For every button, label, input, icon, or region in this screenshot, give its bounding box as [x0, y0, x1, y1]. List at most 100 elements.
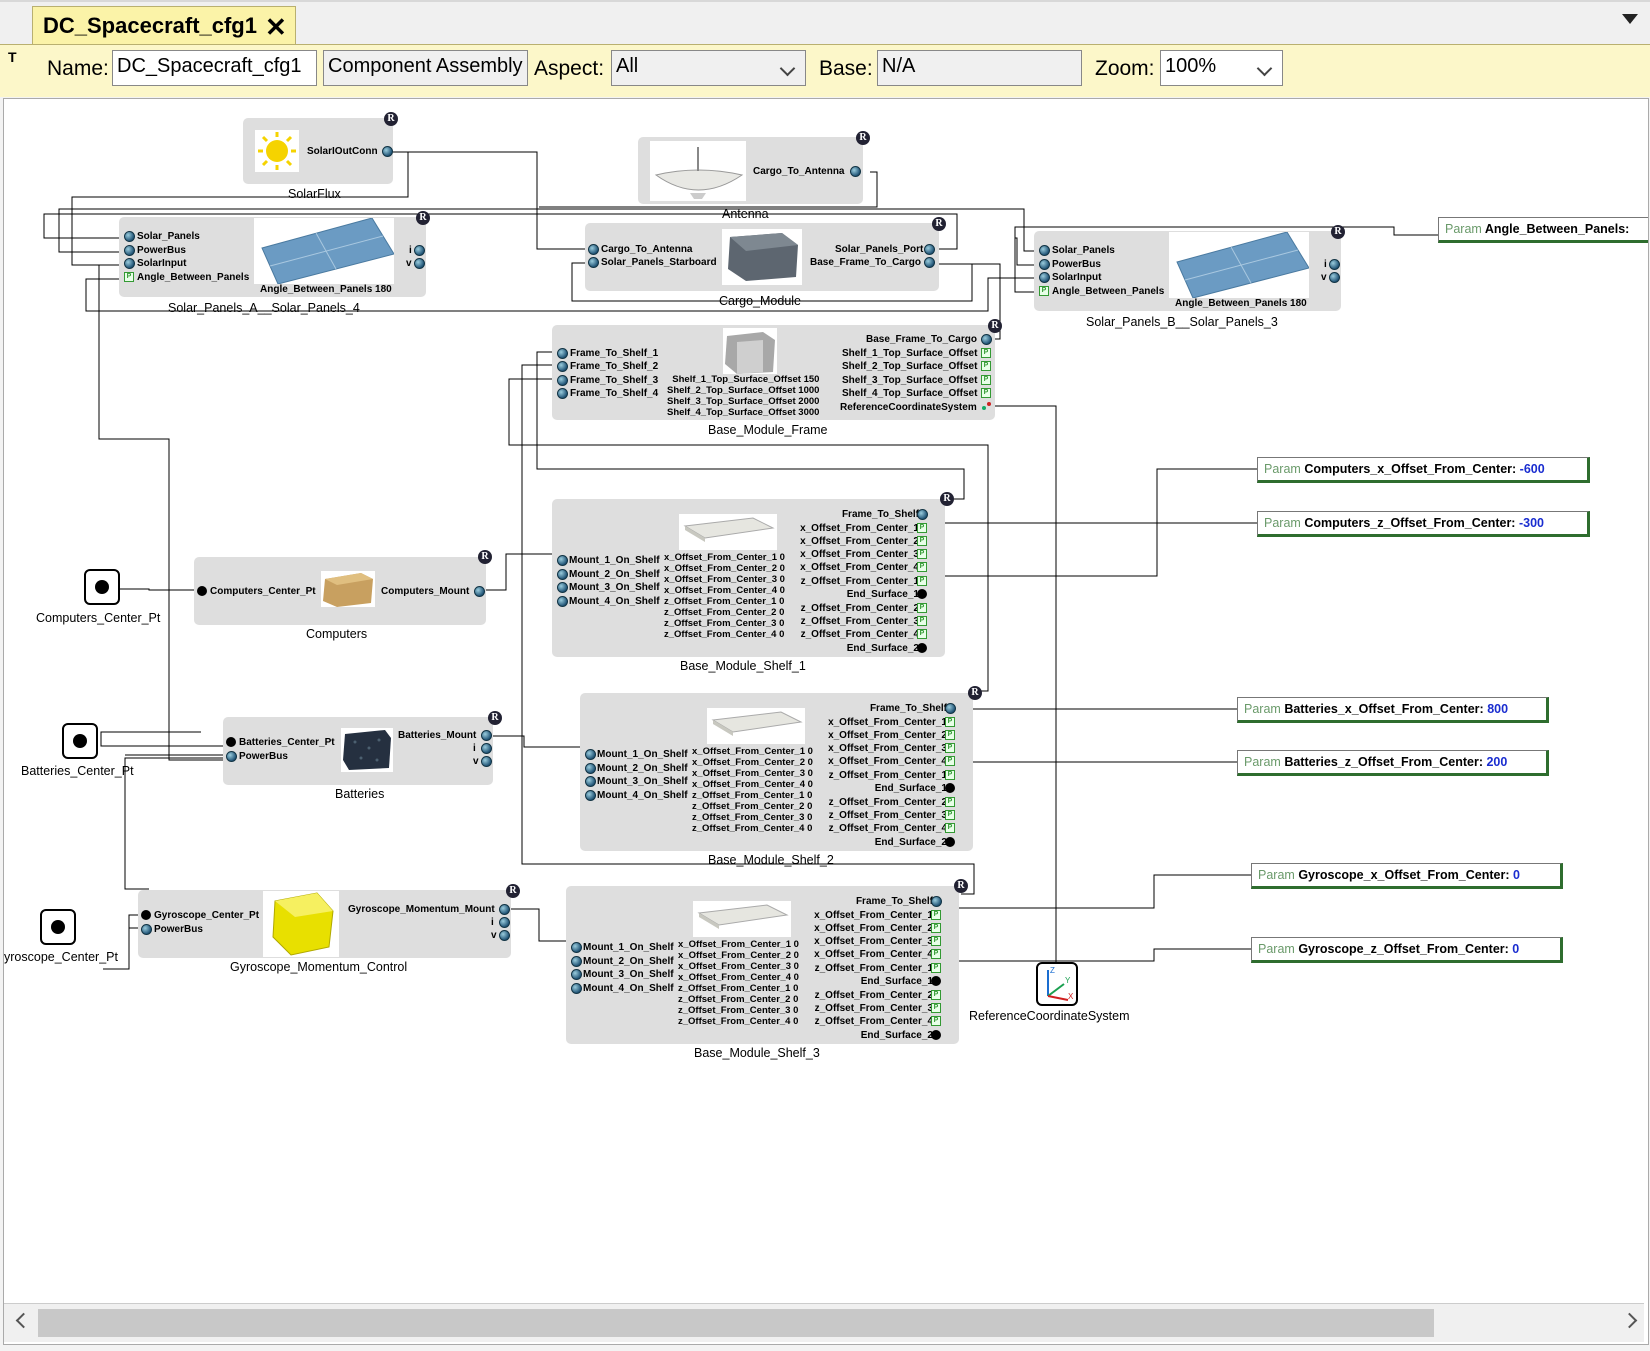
base-module-shelf-3-block[interactable]: Mount_1_On_Shelf Mount_2_On_Shelf Mount_3_… — [566, 886, 959, 1044]
port-icon[interactable] — [557, 361, 568, 372]
base-module-frame-block[interactable]: Frame_To_Shelf_1 Frame_To_Shelf_2 Frame_… — [552, 325, 995, 420]
param-port-icon[interactable]: P — [931, 1003, 941, 1013]
surface-port-icon[interactable] — [945, 837, 955, 847]
param-port-icon[interactable]: P — [917, 562, 927, 572]
scroll-left-icon[interactable] — [15, 1312, 32, 1329]
param-port-icon[interactable]: P — [124, 272, 134, 282]
point-port-icon[interactable] — [197, 586, 207, 596]
cargo-module-block[interactable]: Cargo_To_Antenna Solar_Panels_Starboard … — [585, 223, 939, 291]
port-icon[interactable] — [945, 703, 956, 714]
port-icon[interactable] — [850, 166, 861, 177]
port-icon[interactable] — [557, 388, 568, 399]
port-icon[interactable] — [585, 763, 596, 774]
param-port-icon[interactable]: P — [917, 523, 927, 533]
param-port-icon[interactable]: P — [931, 923, 941, 933]
port-icon[interactable] — [557, 555, 568, 566]
port-icon[interactable] — [924, 257, 935, 268]
param-computers-z-offset[interactable]: Param Computers_z_Offset_From_Center: -3… — [1257, 511, 1590, 537]
param-port-icon[interactable]: P — [917, 616, 927, 626]
solarflux-block[interactable]: SolarIOutConn — [243, 118, 393, 184]
port-icon[interactable] — [226, 751, 237, 762]
port-icon[interactable] — [557, 348, 568, 359]
param-port-icon[interactable]: P — [917, 629, 927, 639]
port-icon[interactable] — [931, 896, 942, 907]
port-icon[interactable] — [1329, 259, 1340, 270]
port-icon[interactable] — [571, 956, 582, 967]
port-icon[interactable] — [124, 231, 135, 242]
tab-menu-arrow-icon[interactable] — [1622, 14, 1638, 24]
port-icon[interactable] — [557, 569, 568, 580]
param-batteries-z-offset[interactable]: Param Batteries_z_Offset_From_Center: 20… — [1237, 750, 1549, 776]
param-port-icon[interactable]: P — [945, 810, 955, 820]
param-port-icon[interactable]: P — [945, 797, 955, 807]
param-port-icon[interactable]: P — [981, 361, 991, 371]
param-port-icon[interactable]: P — [1039, 286, 1049, 296]
param-computers-x-offset[interactable]: Param Computers_x_Offset_From_Center: -6… — [1257, 457, 1590, 483]
port-icon[interactable] — [585, 776, 596, 787]
param-port-icon[interactable]: P — [931, 936, 941, 946]
port-icon[interactable] — [1039, 259, 1050, 270]
port-icon[interactable] — [124, 245, 135, 256]
param-port-icon[interactable]: P — [981, 375, 991, 385]
surface-port-icon[interactable] — [917, 643, 927, 653]
param-gyroscope-x-offset[interactable]: Param Gyroscope_x_Offset_From_Center: 0 — [1251, 863, 1563, 889]
port-icon[interactable] — [1329, 272, 1340, 283]
antenna-block[interactable]: Cargo_To_Antenna — [638, 137, 863, 204]
param-port-icon[interactable]: P — [931, 949, 941, 959]
port-icon[interactable] — [382, 146, 393, 157]
port-icon[interactable] — [588, 257, 599, 268]
port-icon[interactable] — [481, 730, 492, 741]
point-port-icon[interactable] — [226, 737, 236, 747]
port-icon[interactable] — [1039, 272, 1050, 283]
param-port-icon[interactable]: P — [945, 717, 955, 727]
port-icon[interactable] — [499, 904, 510, 915]
coordinate-port-icon[interactable] — [982, 402, 992, 412]
param-port-icon[interactable]: P — [931, 1016, 941, 1026]
port-icon[interactable] — [474, 586, 485, 597]
gyroscope-center-point-icon[interactable] — [40, 909, 76, 945]
port-icon[interactable] — [981, 334, 992, 345]
param-port-icon[interactable]: P — [945, 730, 955, 740]
param-port-icon[interactable]: P — [931, 910, 941, 920]
param-port-icon[interactable]: P — [917, 549, 927, 559]
port-icon[interactable] — [557, 596, 568, 607]
param-port-icon[interactable]: P — [917, 603, 927, 613]
param-batteries-x-offset[interactable]: Param Batteries_x_Offset_From_Center: 80… — [1237, 697, 1549, 723]
document-tab[interactable]: DC_Spacecraft_cfg1 ✕ — [32, 6, 296, 46]
param-port-icon[interactable]: P — [917, 536, 927, 546]
port-icon[interactable] — [414, 258, 425, 269]
surface-port-icon[interactable] — [917, 589, 927, 599]
port-icon[interactable] — [557, 375, 568, 386]
batteries-center-point-icon[interactable] — [62, 723, 98, 759]
surface-port-icon[interactable] — [931, 1030, 941, 1040]
computers-block[interactable]: Computers_Center_Pt Computers_Mount — [194, 557, 486, 625]
scrollbar-thumb[interactable] — [38, 1309, 1434, 1337]
param-port-icon[interactable]: P — [931, 963, 941, 973]
scroll-right-icon[interactable] — [1621, 1312, 1638, 1329]
batteries-block[interactable]: Batteries_Center_Pt PowerBus Batteries_M… — [223, 717, 493, 785]
model-canvas[interactable]: SolarIOutConn R SolarFlux Cargo_To_Anten… — [3, 98, 1649, 1345]
point-port-icon[interactable] — [141, 910, 151, 920]
port-icon[interactable] — [481, 743, 492, 754]
solar-panels-b-block[interactable]: Solar_Panels PowerBus SolarInput P Angle_… — [1034, 231, 1341, 311]
port-icon[interactable] — [917, 509, 928, 520]
param-gyroscope-z-offset[interactable]: Param Gyroscope_z_Offset_From_Center: 0 — [1251, 937, 1563, 963]
port-icon[interactable] — [499, 917, 510, 928]
port-icon[interactable] — [571, 969, 582, 980]
param-port-icon[interactable]: P — [981, 348, 991, 358]
param-angle-between-panels[interactable]: Param Angle_Between_Panels: — [1438, 217, 1648, 243]
param-port-icon[interactable]: P — [917, 576, 927, 586]
coordinate-system-icon[interactable]: Z YX — [1036, 962, 1078, 1006]
solar-panels-a-block[interactable]: Solar_Panels PowerBus SolarInput P Angle_… — [119, 217, 426, 297]
param-port-icon[interactable]: P — [931, 990, 941, 1000]
name-field[interactable]: DC_Spacecraft_cfg1 — [112, 50, 317, 86]
port-icon[interactable] — [585, 790, 596, 801]
base-module-shelf-1-block[interactable]: Mount_1_On_Shelf Mount_2_On_Shelf Mount_3_… — [552, 499, 945, 657]
port-icon[interactable] — [481, 756, 492, 767]
port-icon[interactable] — [499, 930, 510, 941]
zoom-select[interactable]: 100% — [1160, 50, 1283, 86]
surface-port-icon[interactable] — [945, 783, 955, 793]
port-icon[interactable] — [571, 983, 582, 994]
base-module-shelf-2-block[interactable]: Mount_1_On_Shelf Mount_2_On_Shelf Mount_3_… — [580, 693, 973, 851]
port-icon[interactable] — [141, 924, 152, 935]
